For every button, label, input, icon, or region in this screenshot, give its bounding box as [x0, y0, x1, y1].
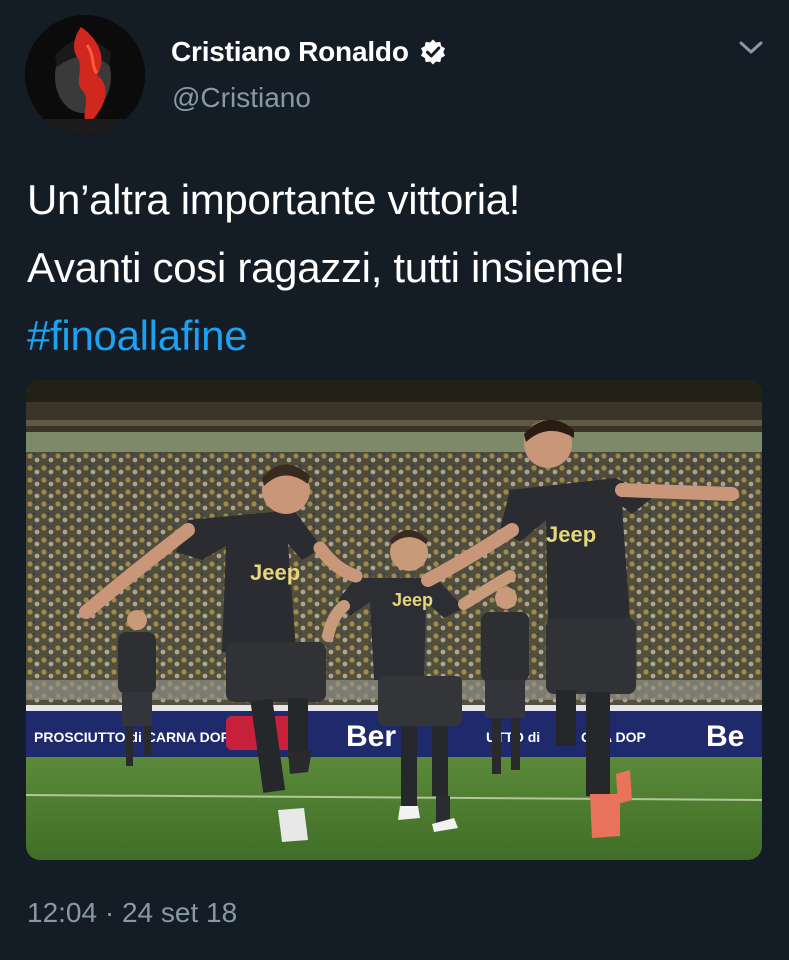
player-right-sponsor: Jeep — [546, 522, 596, 547]
ad-board-text-2: NA DOP — [176, 729, 230, 745]
user-name-row: Cristiano Ronaldo — [171, 36, 447, 68]
player-middle-sponsor: Jeep — [392, 590, 433, 610]
verified-badge-icon — [419, 38, 447, 66]
tweet-card: Cristiano Ronaldo @Cristiano Un’altra im… — [0, 0, 789, 960]
ad-board-text-1: PROSCIUTTO di CAR — [34, 729, 176, 745]
tweet-photo[interactable]: PROSCIUTTO di CAR NA DOP Ber UTTO di GNA… — [26, 380, 762, 860]
ad-board-text-6: Be — [706, 720, 744, 753]
display-name[interactable]: Cristiano Ronaldo — [171, 36, 409, 68]
tweet-timestamp[interactable]: 12:04 · 24 set 18 — [27, 897, 237, 929]
football-celebration-photo: PROSCIUTTO di CAR NA DOP Ber UTTO di GNA… — [26, 380, 762, 860]
hashtag-link[interactable]: #finoallafine — [27, 302, 625, 370]
tweet-text: Un’altra importante vittoria! Avanti cos… — [27, 166, 625, 370]
player-left-sponsor: Jeep — [250, 560, 300, 585]
avatar[interactable] — [25, 15, 145, 135]
avatar-image — [25, 15, 145, 135]
chevron-down-icon[interactable] — [738, 38, 764, 58]
tweet-text-line-1: Un’altra importante vittoria! — [27, 176, 521, 223]
user-handle[interactable]: @Cristiano — [172, 82, 311, 114]
tweet-text-line-2: Avanti cosi ragazzi, tutti insieme! — [27, 244, 625, 291]
